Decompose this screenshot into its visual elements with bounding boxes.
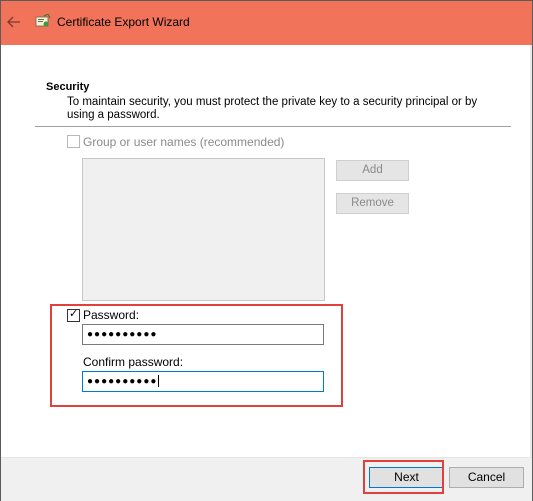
- divider: [35, 126, 511, 127]
- security-heading: Security: [46, 81, 90, 93]
- group-checkbox[interactable]: [67, 135, 80, 148]
- cancel-button[interactable]: Cancel: [449, 467, 524, 488]
- scrollbar[interactable]: [530, 45, 532, 457]
- add-button[interactable]: Add: [336, 160, 409, 181]
- security-description: To maintain security, you must protect t…: [67, 96, 478, 121]
- certificate-icon: [35, 14, 51, 27]
- group-user-list[interactable]: [82, 158, 325, 301]
- certificate-export-wizard-window: Certificate Export Wizard Security To ma…: [0, 0, 533, 501]
- group-checkbox-label: Group or user names (recommended): [83, 135, 285, 149]
- window-title: Certificate Export Wizard: [57, 15, 190, 29]
- next-highlight-box: [363, 460, 444, 494]
- title-bar: Certificate Export Wizard: [1, 1, 532, 45]
- back-arrow-icon[interactable]: [6, 13, 22, 31]
- password-highlight-box: [50, 304, 343, 407]
- remove-button[interactable]: Remove: [336, 193, 409, 214]
